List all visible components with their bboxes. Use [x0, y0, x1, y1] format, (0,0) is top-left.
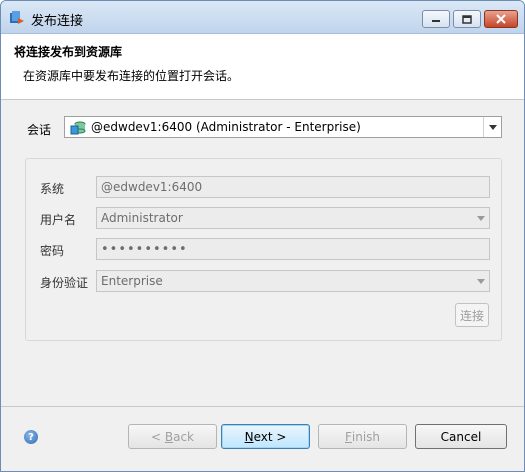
database-icon — [70, 121, 86, 135]
close-icon — [496, 14, 506, 24]
page-title: 将连接发布到资源库 — [14, 45, 123, 59]
minimize-button[interactable] — [422, 10, 450, 28]
back-button[interactable]: < Back — [128, 424, 217, 449]
password-value: •••••••••• — [101, 242, 188, 257]
username-label: 用户名 — [40, 213, 77, 227]
auth-combo[interactable]: Enterprise — [96, 270, 490, 292]
back-rest: ack — [173, 429, 194, 444]
app-icon — [10, 11, 24, 24]
maximize-icon — [462, 14, 472, 24]
back-prefix: < — [150, 429, 165, 444]
next-mnemonic: N — [244, 429, 254, 444]
chevron-down-icon — [476, 215, 485, 221]
session-label: 会话 — [27, 123, 52, 137]
close-button[interactable] — [484, 10, 518, 28]
maximize-button[interactable] — [453, 10, 481, 28]
window-title: 发布连接 — [31, 14, 84, 29]
username-dropdown-button[interactable] — [472, 208, 489, 228]
finish-mnemonic: F — [344, 429, 352, 444]
username-combo[interactable]: Administrator — [96, 207, 490, 229]
publish-connection-dialog: 发布连接 将连接发布到资源库 在资源库中要发布连接的位置打开会话。 会话 @ed… — [0, 0, 525, 472]
session-dropdown-button[interactable] — [483, 117, 501, 137]
auth-dropdown-button[interactable] — [472, 271, 489, 291]
password-field[interactable]: •••••••••• — [96, 238, 490, 260]
connect-button[interactable]: 连接 — [455, 303, 489, 327]
page-description: 在资源库中要发布连接的位置打开会话。 — [23, 69, 240, 83]
password-label: 密码 — [40, 244, 65, 258]
system-value: @edwdev1:6400 — [101, 180, 203, 194]
finish-button[interactable]: Finish — [318, 424, 407, 449]
next-rest: ext > — [253, 429, 287, 444]
minimize-icon — [432, 20, 440, 22]
title-bar: 发布连接 — [1, 1, 524, 34]
chevron-down-icon — [476, 278, 485, 284]
auth-value: Enterprise — [101, 274, 163, 288]
session-value: @edwdev1:6400 (Administrator - Enterpris… — [91, 120, 361, 134]
finish-rest: inish — [351, 429, 381, 444]
footer-separator — [1, 406, 524, 407]
wizard-header: 将连接发布到资源库 在资源库中要发布连接的位置打开会话。 — [1, 34, 524, 100]
cancel-button[interactable]: Cancel — [415, 424, 507, 449]
back-mnemonic: B — [164, 429, 174, 444]
session-select[interactable]: @edwdev1:6400 (Administrator - Enterpris… — [64, 116, 502, 138]
system-field[interactable]: @edwdev1:6400 — [96, 176, 490, 198]
username-value: Administrator — [101, 211, 183, 225]
auth-label: 身份验证 — [40, 276, 89, 290]
next-button[interactable]: Next > — [221, 424, 310, 449]
system-label: 系统 — [40, 182, 65, 196]
help-icon[interactable]: ? — [24, 430, 38, 444]
chevron-down-icon — [488, 124, 497, 130]
